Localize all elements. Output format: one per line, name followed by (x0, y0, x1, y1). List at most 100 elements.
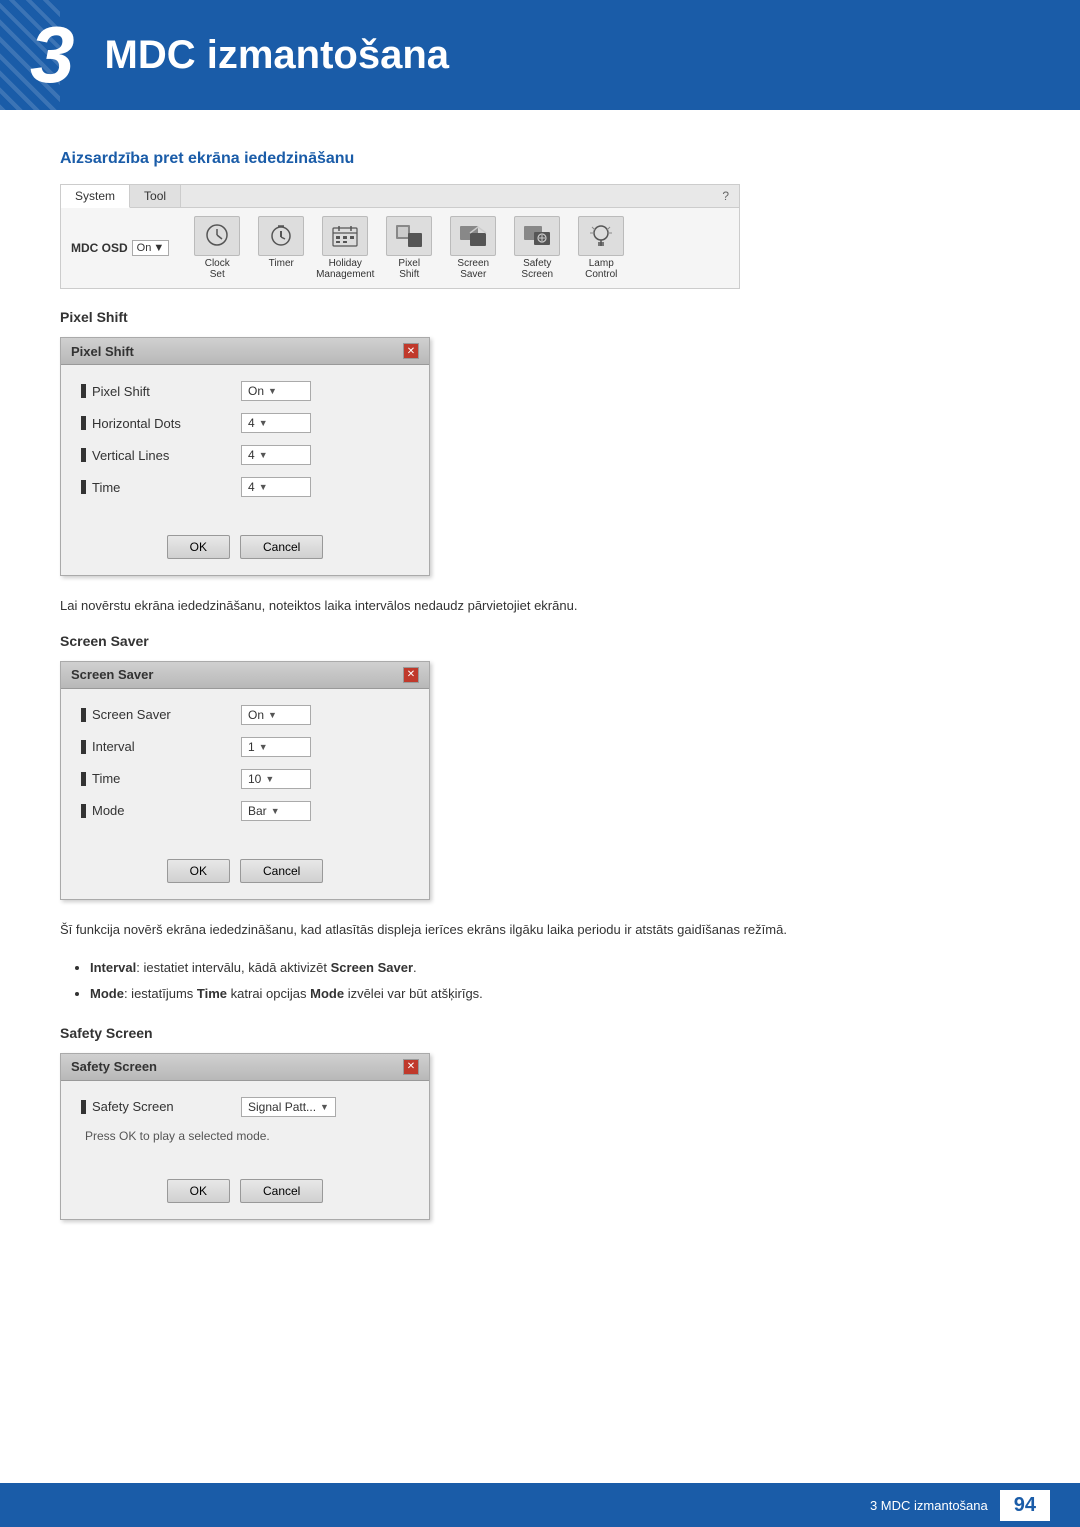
toolbar-icon-safety-screen[interactable]: SafetyScreen (507, 216, 567, 280)
holiday-icon-box (322, 216, 368, 256)
timer-label: Timer (269, 258, 294, 269)
safety-ok-btn[interactable]: OK (167, 1179, 230, 1203)
screen-saver-dialog-title: Screen Saver (71, 667, 153, 682)
help-icon[interactable]: ? (712, 185, 739, 207)
safety-select-0[interactable]: Signal Patt... ▼ (241, 1097, 336, 1117)
ss-row-1: Interval 1 ▼ (81, 737, 409, 757)
toolbar-icons: ClockSet Timer (187, 216, 631, 280)
page-footer: 3 MDC izmantošana 94 (0, 1483, 1080, 1527)
screen-saver-description: Šī funkcija novērš ekrāna iededzināšanu,… (60, 920, 1020, 941)
tab-system[interactable]: System (61, 185, 130, 208)
ss-select-0[interactable]: On ▼ (241, 705, 311, 725)
mdc-osd-control: MDC OSD On ▼ (71, 240, 169, 256)
safety-screen-footer: OK Cancel (61, 1169, 429, 1219)
pixel-shift-cancel-btn[interactable]: Cancel (240, 535, 323, 559)
toolbar-icon-screen-saver[interactable]: ScreenSaver (443, 216, 503, 280)
toolbar-icon-timer[interactable]: Timer (251, 216, 311, 280)
safety-cancel-btn[interactable]: Cancel (240, 1179, 323, 1203)
feature-bullets: Interval: iestatiet intervālu, kādā akti… (60, 957, 1020, 1005)
ss-val-2: 10 (248, 772, 261, 786)
pixel-shift-val-2: 4 (248, 448, 255, 462)
ss-select-1[interactable]: 1 ▼ (241, 737, 311, 757)
pixel-shift-close-btn[interactable]: ✕ (403, 343, 419, 359)
pixel-shift-icon (392, 221, 426, 251)
osd-dropdown[interactable]: On ▼ (132, 240, 170, 256)
ss-indicator-3 (81, 804, 86, 818)
pixel-shift-val-0: On (248, 384, 264, 398)
ss-select-3[interactable]: Bar ▼ (241, 801, 311, 821)
safety-screen-close-btn[interactable]: ✕ (403, 1059, 419, 1075)
toolbar-tabs: System Tool ? (61, 185, 739, 208)
timer-icon-box (258, 216, 304, 256)
bullet-mode-text1: : iestatījums (124, 986, 197, 1001)
ss-text-0: Screen Saver (92, 707, 171, 722)
screen-saver-icon-box (450, 216, 496, 256)
pixel-shift-ok-btn[interactable]: OK (167, 535, 230, 559)
pixel-shift-select-0[interactable]: On ▼ (241, 381, 311, 401)
ss-label-3: Mode (81, 803, 241, 818)
ss-arrow-1: ▼ (259, 742, 268, 752)
pixel-shift-row-0: Pixel Shift On ▼ (81, 381, 409, 401)
ss-arrow-0: ▼ (268, 710, 277, 720)
toolbar-icon-lamp-control[interactable]: LampControl (571, 216, 631, 280)
pixel-shift-label-1: Horizontal Dots (81, 416, 241, 431)
ss-ok-btn[interactable]: OK (167, 859, 230, 883)
pixel-shift-label: PixelShift (398, 258, 420, 280)
section-heading: Aizsardzība pret ekrāna iededzināšanu (60, 150, 1020, 168)
page-number: 94 (1000, 1490, 1050, 1521)
safety-screen-icon-box (514, 216, 560, 256)
toolbar-icon-pixel-shift[interactable]: PixelShift (379, 216, 439, 280)
safety-screen-body: Safety Screen Signal Patt... ▼ Press OK … (61, 1081, 429, 1169)
safety-screen-title: Safety Screen (60, 1025, 1020, 1041)
timer-icon (264, 221, 298, 251)
toolbar-icon-clock-set[interactable]: ClockSet (187, 216, 247, 280)
chapter-title: MDC izmantošana (105, 33, 450, 78)
ss-val-0: On (248, 708, 264, 722)
ss-label-2: Time (81, 771, 241, 786)
ss-select-2[interactable]: 10 ▼ (241, 769, 311, 789)
screen-saver-close-btn[interactable]: ✕ (403, 667, 419, 683)
lamp-control-icon-box (578, 216, 624, 256)
pixel-shift-text-2: Vertical Lines (92, 448, 169, 463)
safety-arrow-0: ▼ (320, 1102, 329, 1112)
screen-saver-dialog: Screen Saver ✕ Screen Saver On ▼ Interva… (60, 661, 430, 900)
clock-icon-box (194, 216, 240, 256)
ss-cancel-btn[interactable]: Cancel (240, 859, 323, 883)
tab-tool[interactable]: Tool (130, 185, 181, 207)
bullet-mode-text2: katrai opcijas (227, 986, 310, 1001)
bullet-mode-highlight: Mode (310, 986, 344, 1001)
toolbar-icon-holiday[interactable]: HolidayManagement (315, 216, 375, 280)
ss-row-3: Mode Bar ▼ (81, 801, 409, 821)
pixel-shift-val-3: 4 (248, 480, 255, 494)
osd-label: MDC OSD (71, 241, 128, 255)
bullet-mode-keyword: Mode (90, 986, 124, 1001)
ss-arrow-2: ▼ (265, 774, 274, 784)
chapter-number: 3 (30, 15, 75, 95)
bullet-interval-end: . (413, 960, 417, 975)
toolbar-container: System Tool ? MDC OSD On ▼ (60, 184, 740, 289)
arrow-1: ▼ (259, 418, 268, 428)
clock-label: ClockSet (205, 258, 230, 280)
pixel-shift-select-3[interactable]: 4 ▼ (241, 477, 311, 497)
pixel-shift-select-2[interactable]: 4 ▼ (241, 445, 311, 465)
safety-screen-icon (520, 221, 554, 251)
safety-screen-label: SafetyScreen (521, 258, 553, 280)
footer-text: 3 MDC izmantošana (870, 1498, 988, 1513)
bullet-interval: Interval: iestatiet intervālu, kādā akti… (90, 957, 1020, 979)
safety-indicator-0 (81, 1100, 86, 1114)
pixel-shift-select-1[interactable]: 4 ▼ (241, 413, 311, 433)
safety-screen-titlebar: Safety Screen ✕ (61, 1054, 429, 1081)
bullet-interval-highlight: Screen Saver (331, 960, 413, 975)
indicator-1 (81, 416, 86, 430)
osd-arrow: ▼ (153, 242, 164, 254)
safety-label-0: Safety Screen (81, 1099, 241, 1114)
safety-val-0: Signal Patt... (248, 1100, 316, 1114)
pixel-shift-val-1: 4 (248, 416, 255, 430)
screen-saver-label: ScreenSaver (457, 258, 489, 280)
ss-text-1: Interval (92, 739, 135, 754)
ss-indicator-1 (81, 740, 86, 754)
pixel-shift-footer: OK Cancel (61, 525, 429, 575)
arrow-2: ▼ (259, 450, 268, 460)
ss-arrow-3: ▼ (271, 806, 280, 816)
pixel-shift-label-2: Vertical Lines (81, 448, 241, 463)
